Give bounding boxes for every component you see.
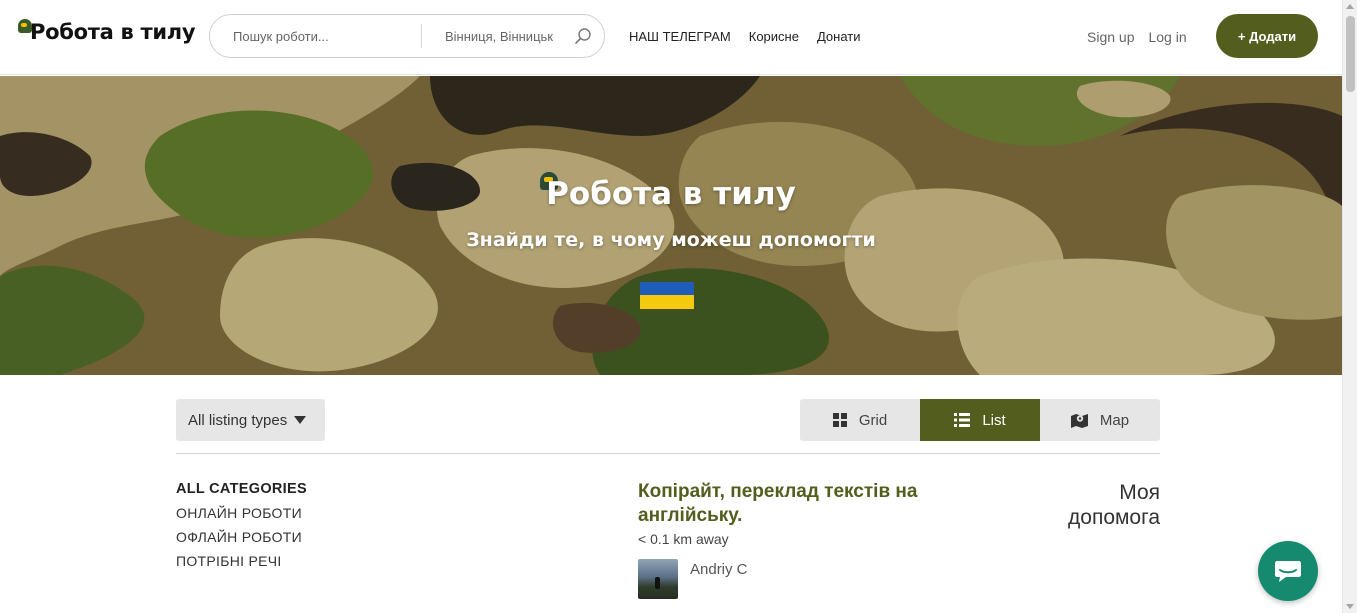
author-name[interactable]: Andriy C: [690, 561, 748, 578]
map-view-label: Map: [1099, 411, 1130, 429]
listing-types-dropdown[interactable]: All listing types: [176, 399, 325, 441]
map-icon: [1070, 413, 1088, 428]
my-help-link[interactable]: Моя допомога: [1040, 480, 1160, 530]
list-icon: [954, 413, 971, 427]
nav-item-useful[interactable]: Корисне: [749, 29, 799, 44]
category-needed-items[interactable]: ПОТРІБНІ РЕЧІ: [176, 553, 307, 569]
filters-divider: [176, 453, 1160, 454]
listing-distance: < 0.1 km away: [638, 531, 729, 547]
search-bar: Пошук роботи... Вінниця, Вінницьк: [209, 14, 605, 58]
scrollbar-thumb[interactable]: [1346, 16, 1355, 92]
list-view-button[interactable]: List: [920, 399, 1040, 441]
scroll-up-arrow-icon[interactable]: [1346, 4, 1354, 9]
hero-banner: Робота в тилу Знайди те, в чому можеш до…: [0, 76, 1342, 375]
site-logo[interactable]: Робота в тилу: [18, 19, 196, 44]
listing-title[interactable]: Копірайт, переклад текстів на англійську…: [638, 480, 968, 528]
categories-list: ALL CATEGORIES ОНЛАЙН РОБОТИ ОФЛАЙН РОБО…: [176, 481, 307, 577]
top-navigation-bar: Робота в тилу Пошук роботи... Вінниця, В…: [0, 0, 1342, 75]
grid-view-button[interactable]: Grid: [800, 399, 920, 441]
caret-down-icon: [294, 416, 307, 424]
page-scrollbar[interactable]: [1342, 0, 1357, 613]
category-offline-jobs[interactable]: ОФЛАЙН РОБОТИ: [176, 529, 307, 545]
hero-subtitle: Знайди те, в чому можеш допомогти: [466, 229, 876, 251]
map-view-button[interactable]: Map: [1040, 399, 1160, 441]
hero-title: Робота в тилу: [546, 176, 796, 212]
chat-bubble-icon: [1275, 561, 1301, 582]
add-listing-button[interactable]: + Додати: [1216, 14, 1318, 58]
category-all[interactable]: ALL CATEGORIES: [176, 481, 307, 497]
scroll-down-arrow-icon[interactable]: [1346, 604, 1354, 609]
login-link[interactable]: Log in: [1148, 29, 1186, 45]
flag-yellow-stripe: [640, 295, 694, 309]
logo-text: Робота в тилу: [30, 20, 196, 44]
helmet-logo-icon: [18, 19, 32, 33]
search-query-input[interactable]: Пошук роботи...: [210, 24, 422, 48]
main-nav: НАШ ТЕЛЕГРАМ Корисне Донати: [629, 29, 879, 44]
chat-button[interactable]: [1258, 541, 1318, 601]
signup-link[interactable]: Sign up: [1087, 29, 1134, 45]
listing-types-label: All listing types: [188, 411, 288, 429]
camouflage-background: [0, 76, 1342, 375]
search-icon[interactable]: [574, 27, 592, 45]
grid-view-label: Grid: [858, 411, 888, 429]
list-view-label: List: [982, 411, 1006, 429]
grid-icon: [832, 413, 847, 427]
nav-item-donate[interactable]: Донати: [817, 29, 861, 44]
avatar[interactable]: [638, 559, 678, 599]
listing-author: Andriy C: [638, 559, 968, 599]
view-switcher: Grid List Map: [800, 399, 1160, 441]
listing-card: Копірайт, переклад текстів на англійську…: [638, 480, 968, 599]
flag-blue-stripe: [640, 282, 694, 295]
nav-item-telegram[interactable]: НАШ ТЕЛЕГРАМ: [629, 29, 731, 44]
auth-links: Sign up Log in: [1087, 29, 1201, 45]
category-online-jobs[interactable]: ОНЛАЙН РОБОТИ: [176, 505, 307, 521]
ukraine-flag-icon: [640, 282, 694, 309]
